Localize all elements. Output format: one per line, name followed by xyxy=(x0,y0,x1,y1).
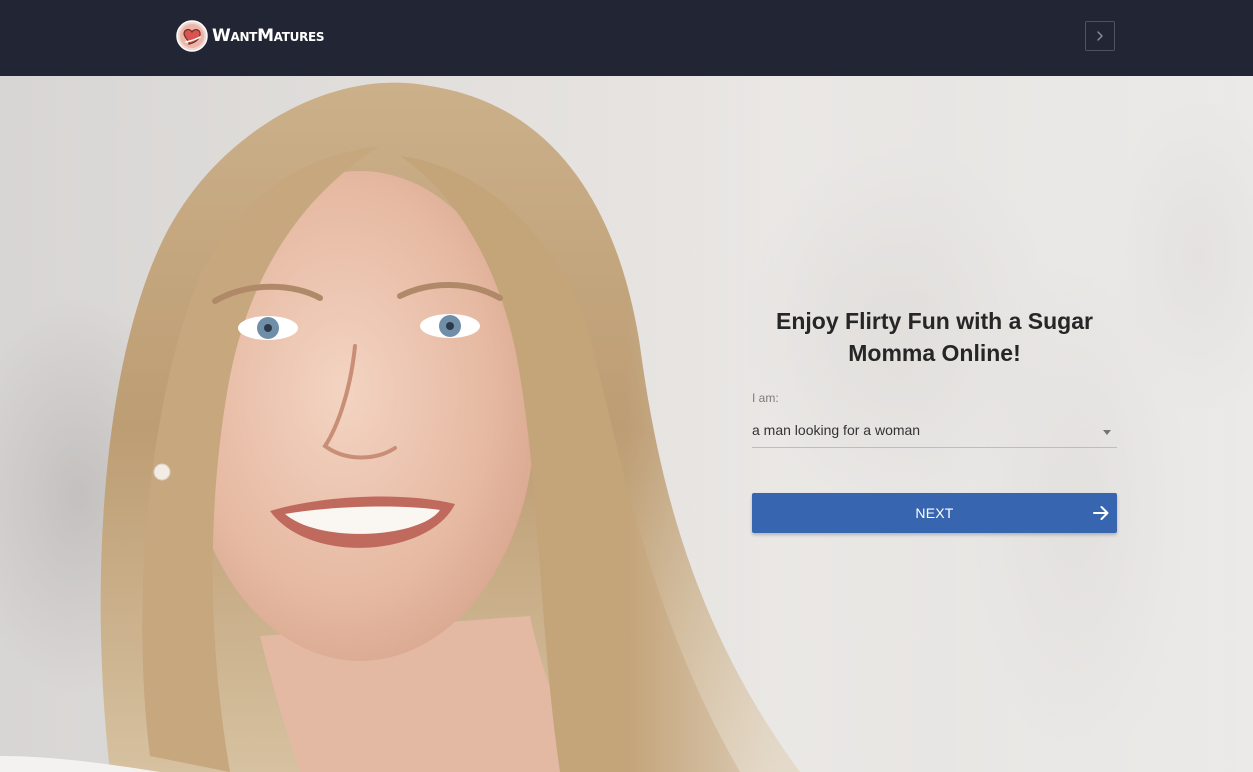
chevron-right-icon xyxy=(1097,31,1103,41)
page-title: Enjoy Flirty Fun with a Sugar Momma Onli… xyxy=(776,308,1093,366)
gender-preference-select[interactable]: a man looking for a woman xyxy=(752,417,1117,448)
signup-form: Enjoy Flirty Fun with a Sugar Momma Onli… xyxy=(752,305,1117,533)
next-button[interactable]: NEXT xyxy=(752,493,1117,533)
top-navbar: WantMatures xyxy=(0,0,1253,76)
header-next-button[interactable] xyxy=(1085,21,1115,51)
hero-section: Enjoy Flirty Fun with a Sugar Momma Onli… xyxy=(0,76,1253,772)
i-am-label: I am: xyxy=(752,391,779,405)
next-button-label: NEXT xyxy=(915,505,954,521)
arrow-right-icon xyxy=(1093,506,1109,520)
heart-badge-icon xyxy=(176,20,208,52)
landing-page: WantMatures Enjoy Flirty Fun with a Suga… xyxy=(0,0,1253,772)
site-logo[interactable]: WantMatures xyxy=(176,20,325,52)
logo-text: WantMatures xyxy=(212,26,325,46)
select-value: a man looking for a woman xyxy=(752,422,921,438)
caret-down-icon xyxy=(1103,430,1111,435)
